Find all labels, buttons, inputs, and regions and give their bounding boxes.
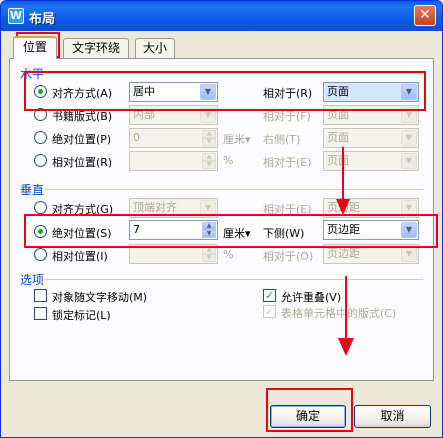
lock-anchor-label: 锁定标记(L) (52, 309, 111, 322)
h-absolute-side-label: 右侧(T) (263, 133, 301, 146)
table-layout-label: 表格单元格中的版式(C) (281, 307, 397, 320)
chevron-down-icon: ▼ (401, 246, 417, 262)
h-absolute-radio[interactable] (34, 131, 47, 144)
spin-buttons[interactable]: ▲ ▼ (202, 153, 216, 169)
options-group-title: 选项 (20, 273, 45, 287)
h-align-radio[interactable] (34, 85, 47, 98)
v-align-relative-select[interactable]: 页边距 ▼ (323, 198, 419, 218)
dialog-title: 布局 (29, 12, 56, 27)
allow-overlap-label: 允许重叠(V) (281, 291, 342, 304)
h-book-relative-select[interactable]: 页面 ▼ (323, 105, 419, 125)
v-absolute-side-label: 下侧(W) (263, 227, 305, 240)
unit-dropdown-icon: ▾ (245, 133, 251, 146)
v-relative-input[interactable]: ▲ ▼ (129, 244, 218, 264)
wps-writer-icon: W (8, 8, 24, 24)
horizontal-divider (45, 73, 423, 74)
v-align-relative-label: 相对于(E) (263, 203, 312, 216)
v-relative-relative-label: 相对于(O) (263, 250, 314, 263)
h-relative-relative-select[interactable]: 页面 ▼ (323, 151, 419, 171)
v-relative-label: 相对位置(I) (52, 250, 108, 263)
v-relative-unit: % (223, 248, 234, 261)
chevron-down-icon: ▼ (401, 84, 417, 100)
h-relative-unit: % (223, 154, 234, 167)
table-layout-checkbox[interactable]: ✓ (263, 305, 276, 318)
h-relative-label: 相对位置(R) (52, 156, 113, 169)
spin-buttons[interactable]: ▲ ▼ (202, 130, 216, 146)
h-book-label: 书籍版式(B) (52, 110, 113, 123)
spin-up-icon: ▲ (202, 153, 216, 161)
v-absolute-radio[interactable] (34, 225, 47, 238)
spin-up-icon: ▲ (202, 130, 216, 138)
chevron-down-icon: ▼ (401, 130, 417, 146)
spin-down-icon: ▼ (202, 230, 216, 238)
unit-dropdown-icon: ▾ (245, 227, 251, 240)
chevron-down-icon: ▼ (401, 153, 417, 169)
h-absolute-unit[interactable]: 厘米▾ (223, 131, 251, 147)
check-icon: ✓ (264, 305, 275, 318)
chevron-down-icon: ▼ (401, 222, 417, 238)
v-absolute-side-select[interactable]: 页边距 ▼ (323, 220, 419, 240)
h-relative-radio[interactable] (34, 154, 47, 167)
v-relative-relative-select[interactable]: 页边距 ▼ (323, 244, 419, 264)
chevron-down-icon: ▼ (200, 84, 216, 100)
chevron-down-icon: ▼ (401, 200, 417, 216)
check-icon: ✓ (264, 289, 275, 302)
move-with-text-checkbox[interactable] (34, 289, 47, 302)
v-align-select[interactable]: 顶端对齐 ▼ (129, 198, 218, 218)
v-absolute-unit[interactable]: 厘米▾ (223, 225, 251, 241)
horizontal-group-title: 水平 (20, 67, 45, 81)
ok-button[interactable]: 确定 (270, 405, 346, 428)
h-book-relative-label: 相对于(F) (263, 110, 311, 123)
tab-position[interactable]: 位置 (13, 36, 57, 59)
v-align-label: 对齐方式(G) (52, 203, 114, 216)
move-with-text-label: 对象随文字移动(M) (52, 291, 148, 304)
h-absolute-input[interactable]: 0 ▲ ▼ (129, 128, 218, 148)
h-book-radio[interactable] (34, 108, 47, 121)
h-align-label: 对齐方式(A) (52, 87, 113, 100)
tab-size[interactable]: 大小 (135, 38, 175, 58)
v-absolute-input[interactable]: 7 ▲ ▼ (129, 220, 218, 240)
title-bar: W 布局 ✕ (1, 1, 442, 31)
h-align-relative-label: 相对于(R) (263, 87, 313, 100)
v-align-radio[interactable] (34, 201, 47, 214)
h-book-select[interactable]: 内部 ▼ (129, 105, 218, 125)
chevron-down-icon: ▼ (200, 200, 216, 216)
h-align-relative-select[interactable]: 页面 ▼ (323, 82, 419, 102)
tab-text-wrap[interactable]: 文字环绕 (63, 38, 129, 58)
close-icon: ✕ (419, 7, 431, 23)
h-absolute-label: 绝对位置(P) (52, 133, 112, 146)
spin-up-icon: ▲ (202, 246, 216, 254)
h-absolute-side-select[interactable]: 页面 ▼ (323, 128, 419, 148)
options-divider (45, 279, 423, 280)
spin-buttons[interactable]: ▲ ▼ (202, 222, 216, 238)
vertical-divider (45, 189, 423, 190)
lock-anchor-checkbox[interactable] (34, 307, 47, 320)
spin-down-icon: ▼ (202, 254, 216, 262)
h-relative-input[interactable]: ▲ ▼ (129, 151, 218, 171)
spin-down-icon: ▼ (202, 161, 216, 169)
close-button[interactable]: ✕ (414, 5, 436, 26)
chevron-down-icon: ▼ (200, 107, 216, 123)
spin-down-icon: ▼ (202, 138, 216, 146)
v-absolute-label: 绝对位置(S) (52, 227, 112, 240)
vertical-group-title: 垂直 (20, 183, 45, 197)
cancel-button[interactable]: 取消 (354, 405, 431, 428)
h-align-select[interactable]: 居中 ▼ (129, 82, 218, 102)
layout-dialog: W 布局 ✕ 位置 文字环绕 大小 水平 对齐方式(A) 居中 ▼ 相对于(R)… (0, 0, 443, 438)
spin-up-icon: ▲ (202, 222, 216, 230)
spin-buttons[interactable]: ▲ ▼ (202, 246, 216, 262)
allow-overlap-checkbox[interactable]: ✓ (263, 289, 276, 302)
h-relative-relative-label: 相对于(E) (263, 156, 312, 169)
v-relative-radio[interactable] (34, 248, 47, 261)
chevron-down-icon: ▼ (401, 107, 417, 123)
